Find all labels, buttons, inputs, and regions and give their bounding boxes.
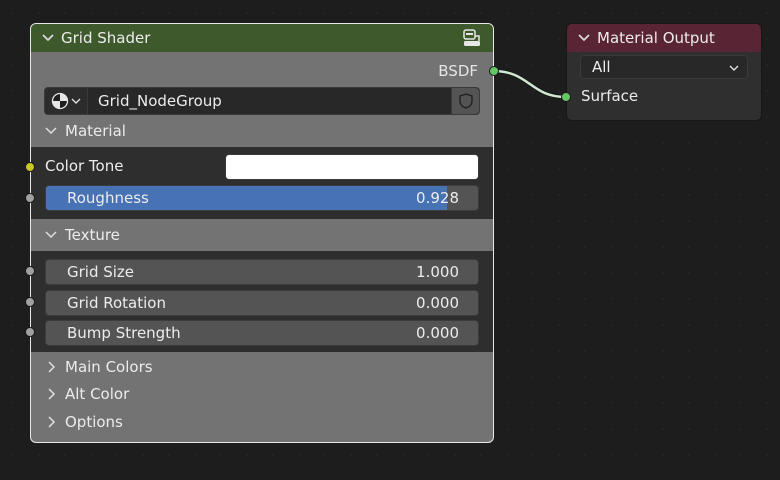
target-dropdown[interactable]: All <box>580 55 748 79</box>
chevron-down-icon[interactable] <box>577 31 591 45</box>
node-title: Grid Shader <box>61 29 151 47</box>
grid-rotation-label: Grid Rotation <box>67 294 166 312</box>
surface-input-label: Surface <box>581 87 639 105</box>
bsdf-output-label: BSDF <box>438 62 478 80</box>
bump-strength-socket[interactable] <box>25 327 35 337</box>
chevron-down-icon <box>729 65 739 71</box>
chevron-down-icon <box>71 98 81 104</box>
panel-main-colors-label: Main Colors <box>65 358 153 376</box>
chevron-right-icon <box>48 416 56 428</box>
bump-strength-value: 0.000 <box>416 324 459 342</box>
node-group-name[interactable]: Grid_NodeGroup <box>98 92 222 110</box>
chevron-right-icon <box>48 388 56 400</box>
bsdf-output-socket[interactable] <box>489 66 499 76</box>
grid-shader-header[interactable]: Grid Shader <box>31 24 493 52</box>
bump-strength-field[interactable]: Bump Strength 0.000 <box>45 320 479 346</box>
color-tone-swatch[interactable] <box>225 154 479 180</box>
chevron-down-icon <box>45 231 57 239</box>
panel-alt-color-header[interactable]: Alt Color <box>31 383 493 405</box>
grid-size-socket[interactable] <box>25 266 35 276</box>
chevron-down-icon[interactable] <box>41 31 55 45</box>
bump-strength-label: Bump Strength <box>67 324 181 342</box>
grid-size-label: Grid Size <box>67 263 135 281</box>
node-group-selector[interactable]: Grid_NodeGroup <box>44 87 480 115</box>
panel-main-colors-header[interactable]: Main Colors <box>31 356 493 378</box>
node-group-browse-button[interactable] <box>45 88 88 114</box>
grid-rotation-socket[interactable] <box>25 297 35 307</box>
grid-size-value: 1.000 <box>416 263 459 281</box>
material-sphere-icon <box>51 92 69 110</box>
shield-icon <box>458 93 473 109</box>
panel-material-header[interactable]: Material <box>31 120 493 142</box>
node-group-icon[interactable] <box>462 29 482 47</box>
fake-user-button[interactable] <box>451 88 479 114</box>
target-dropdown-value: All <box>592 58 611 76</box>
panel-options-header[interactable]: Options <box>31 411 493 433</box>
panel-options-label: Options <box>65 413 123 431</box>
roughness-slider[interactable]: Roughness 0.928 <box>45 185 479 211</box>
material-output-node[interactable]: Material Output All Surface <box>561 23 762 121</box>
panel-texture-label: Texture <box>65 226 120 244</box>
roughness-socket[interactable] <box>25 193 35 203</box>
panel-material-label: Material <box>65 122 126 140</box>
node-title: Material Output <box>597 29 715 47</box>
panel-alt-color-label: Alt Color <box>65 385 130 403</box>
panel-texture-header[interactable]: Texture <box>31 224 493 246</box>
color-tone-label: Color Tone <box>45 157 124 175</box>
grid-rotation-value: 0.000 <box>416 294 459 312</box>
material-output-header[interactable]: Material Output <box>567 24 761 52</box>
roughness-value: 0.928 <box>416 189 459 207</box>
grid-rotation-field[interactable]: Grid Rotation 0.000 <box>45 290 479 316</box>
roughness-label: Roughness <box>67 189 149 207</box>
surface-input-socket[interactable] <box>561 92 571 102</box>
chevron-down-icon <box>45 127 57 135</box>
chevron-right-icon <box>48 361 56 373</box>
color-tone-socket[interactable] <box>25 162 35 172</box>
grid-size-field[interactable]: Grid Size 1.000 <box>45 259 479 285</box>
grid-shader-node[interactable]: Grid Shader BSDF Grid_NodeGroup Material… <box>25 23 499 443</box>
